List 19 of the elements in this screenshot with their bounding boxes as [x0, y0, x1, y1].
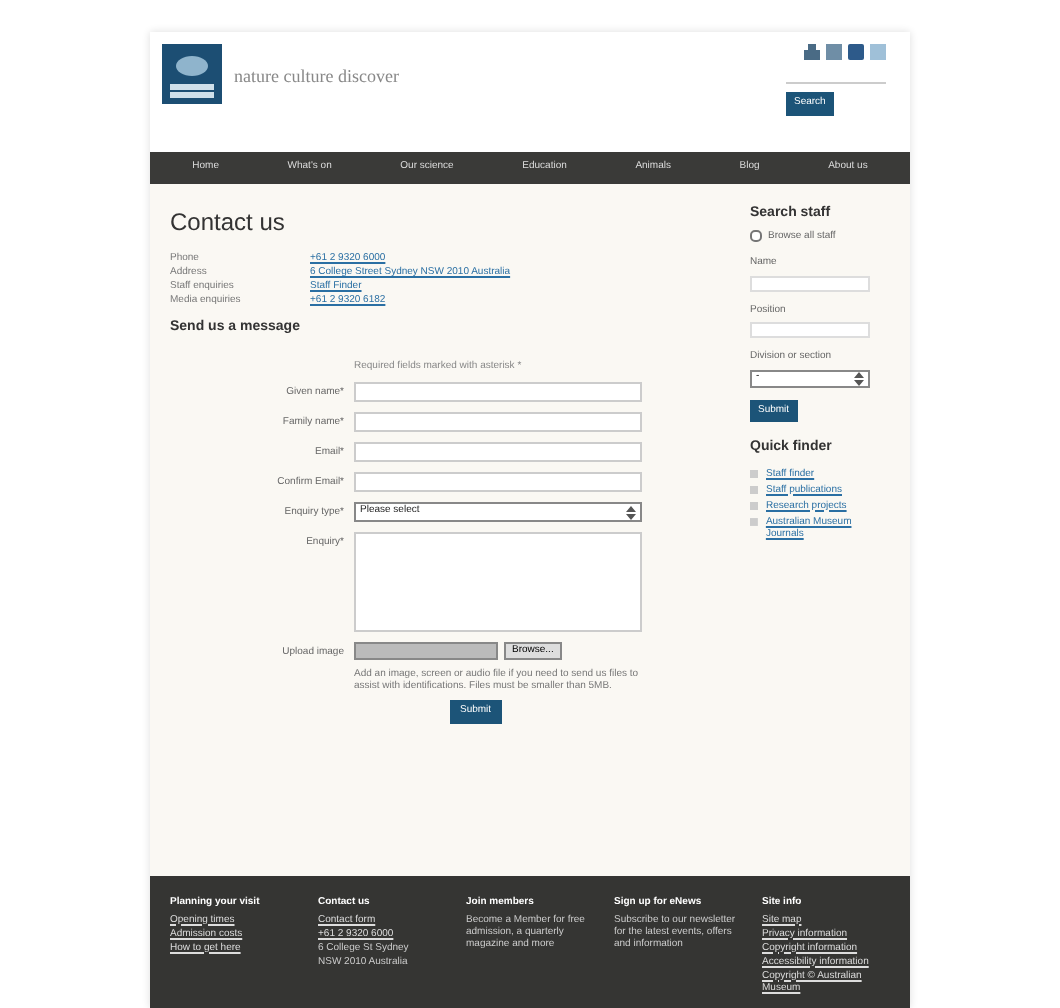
tagline: nature culture discover: [234, 64, 399, 90]
text-field[interactable]: [354, 442, 642, 462]
text-field[interactable]: [354, 382, 642, 402]
page-title: Contact us: [170, 206, 287, 240]
logo-icon[interactable]: [162, 44, 222, 104]
checkbox[interactable]: [750, 230, 762, 243]
text-field[interactable]: [750, 322, 870, 338]
bullet-icon: [750, 501, 758, 509]
dropdown-arrow-icon: [626, 505, 636, 519]
bullet-icon: [750, 485, 758, 493]
dropdown-arrow-icon: [854, 371, 864, 385]
text-field[interactable]: [354, 472, 642, 492]
file-path-field[interactable]: [354, 642, 498, 660]
text-field[interactable]: [354, 412, 642, 432]
text-field[interactable]: [750, 275, 870, 291]
bullet-icon: [750, 469, 758, 477]
message-field[interactable]: [354, 532, 642, 632]
bullet-icon: [750, 517, 758, 525]
printer-icon[interactable]: [804, 44, 820, 60]
